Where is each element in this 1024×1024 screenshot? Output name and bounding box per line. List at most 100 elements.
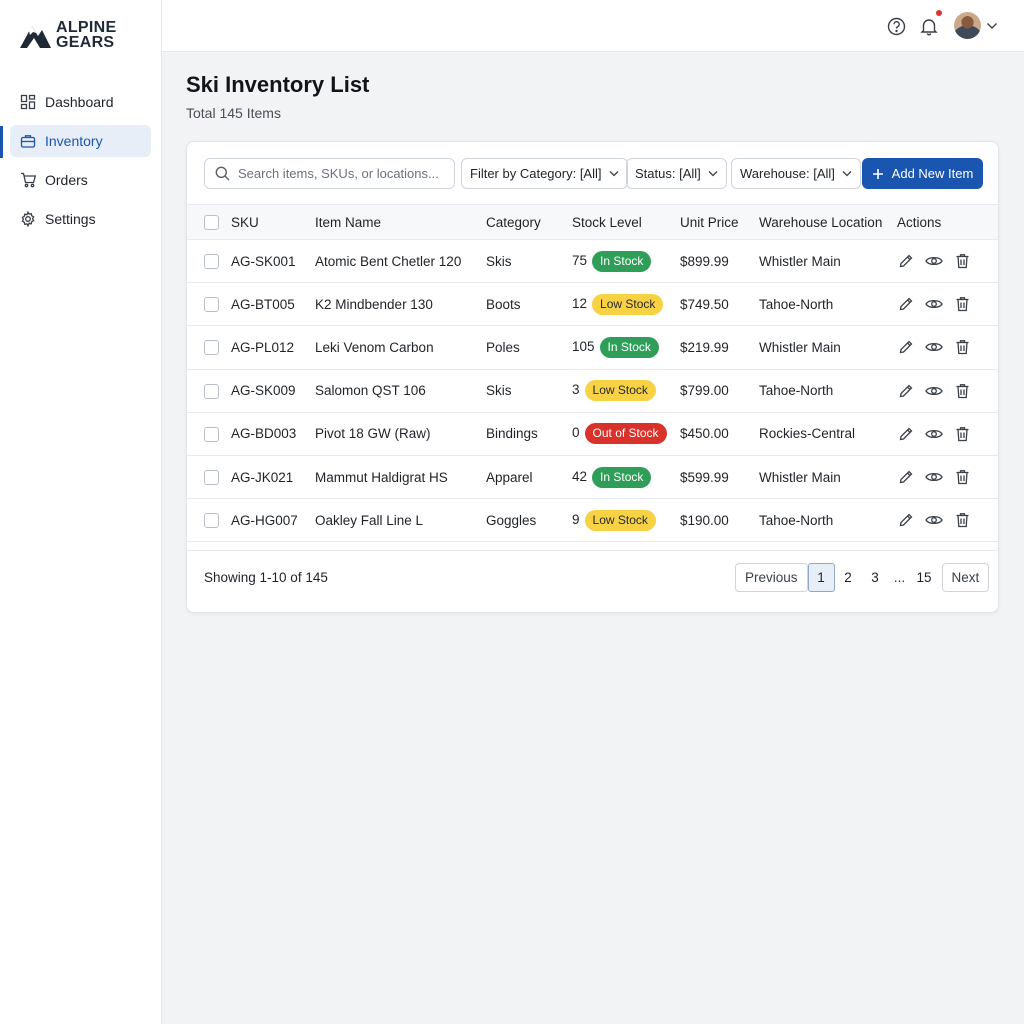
table-row[interactable]: AG-SK009 Salomon QST 106 Skis 3 Low Stock $79…	[187, 369, 998, 413]
row-checkbox[interactable]	[204, 254, 219, 270]
page-2-button[interactable]: 2	[835, 563, 862, 592]
view-icon[interactable]	[925, 511, 943, 529]
row-checkbox[interactable]	[204, 383, 219, 399]
table-row[interactable]: AG-SK001 Atomic Bent Chetler 120 Skis 75 In …	[187, 240, 998, 283]
chevron-down-icon	[609, 170, 619, 177]
cell-actions	[897, 283, 998, 326]
view-icon[interactable]	[925, 382, 943, 400]
sidebar-item-label: Settings	[45, 211, 96, 227]
avatar[interactable]	[954, 12, 981, 39]
table-row[interactable]: AG-HG007 Oakley Fall Line L Goggles 9 Low St…	[187, 499, 998, 542]
pagination: Previous 1 2 3 ... 15 Next	[735, 563, 990, 592]
warehouse-filter-dropdown[interactable]: Warehouse: [All]	[731, 158, 861, 189]
cell-warehouse: Whistler Main	[759, 469, 841, 485]
cell-stock-level: 42 In Stock	[572, 455, 680, 498]
sidebar-item-inventory[interactable]: Inventory	[10, 125, 151, 157]
delete-icon[interactable]	[953, 295, 971, 313]
delete-icon[interactable]	[953, 382, 971, 400]
cell-item-name: Oakley Fall Line L	[315, 512, 424, 528]
row-checkbox[interactable]	[204, 513, 219, 529]
row-select-cell	[187, 283, 231, 326]
row-select-cell	[187, 412, 231, 455]
cell-stock-level: 9 Low Stock	[572, 499, 680, 542]
edit-icon[interactable]	[897, 511, 915, 529]
brand-logo[interactable]: ALPINE GEARS	[18, 19, 117, 51]
category-filter-dropdown[interactable]: Filter by Category: [All]	[461, 158, 628, 189]
cell-unit-price: $899.99	[680, 253, 729, 269]
dashboard-icon	[19, 93, 37, 111]
header-item-name[interactable]: Item Name	[315, 205, 486, 240]
edit-icon[interactable]	[897, 338, 915, 356]
row-checkbox[interactable]	[204, 340, 219, 356]
cell-actions	[897, 499, 998, 542]
view-icon[interactable]	[925, 295, 943, 313]
edit-icon[interactable]	[897, 382, 915, 400]
cell-unit-price: $450.00	[680, 426, 729, 442]
row-checkbox[interactable]	[204, 470, 219, 485]
stock-quantity: 0	[572, 425, 580, 441]
bell-icon[interactable]	[918, 15, 940, 37]
cell-stock-level: 75 In Stock	[572, 240, 680, 283]
stock-quantity: 75	[572, 252, 588, 268]
header-stock-level[interactable]: Stock Level	[572, 205, 680, 240]
row-select-cell	[187, 455, 231, 498]
brand-line-1: ALPINE	[56, 19, 117, 36]
edit-icon[interactable]	[897, 252, 915, 270]
delete-icon[interactable]	[953, 425, 971, 443]
sidebar-item-label: Inventory	[45, 133, 103, 149]
view-icon[interactable]	[925, 338, 943, 356]
previous-page-button[interactable]: Previous	[735, 563, 808, 592]
page-3-button[interactable]: 3	[862, 563, 889, 592]
cell-actions	[897, 455, 998, 498]
header-unit-price[interactable]: Unit Price	[680, 205, 759, 240]
add-new-item-button[interactable]: Add New Item	[862, 158, 983, 189]
search-box[interactable]	[204, 158, 455, 189]
edit-icon[interactable]	[897, 425, 915, 443]
cell-category: Poles	[486, 339, 520, 355]
category-filter-label: Filter by Category: [All]	[470, 166, 602, 181]
status-badge: Low Stock	[592, 293, 664, 315]
plus-icon	[872, 168, 884, 180]
cell-category: Skis	[486, 253, 512, 269]
cart-icon	[19, 171, 37, 189]
view-icon[interactable]	[925, 252, 943, 270]
header-warehouse-location[interactable]: Warehouse Location	[759, 205, 897, 240]
cell-stock-level: 0 Out of Stock	[572, 412, 680, 455]
add-new-item-label: Add New Item	[891, 166, 974, 181]
select-all-checkbox[interactable]	[204, 214, 219, 230]
edit-icon[interactable]	[897, 468, 915, 486]
cell-item-name: K2 Mindbender 130	[315, 296, 433, 312]
delete-icon[interactable]	[953, 252, 971, 270]
table-row[interactable]: AG-JK021 Mammut Haldigrat HS Apparel 42 In S…	[187, 455, 998, 499]
stock-quantity: 12	[572, 295, 588, 311]
inventory-card: Filter by Category: [All] Status: [All] …	[186, 141, 999, 613]
status-filter-dropdown[interactable]: Status: [All]	[626, 158, 727, 189]
notification-dot	[936, 10, 942, 16]
next-page-button[interactable]: Next	[941, 563, 990, 592]
row-checkbox[interactable]	[204, 297, 219, 313]
cell-warehouse: Tahoe-North	[759, 296, 834, 312]
header-sku[interactable]: SKU	[231, 205, 315, 240]
view-icon[interactable]	[925, 425, 943, 443]
search-input[interactable]	[238, 166, 448, 181]
sidebar-item-dashboard[interactable]: Dashboard	[10, 86, 151, 118]
table-row[interactable]: AG-BT005 K2 Mindbender 130 Boots 12 Low Stoc…	[187, 283, 998, 326]
delete-icon[interactable]	[953, 468, 971, 486]
table-row[interactable]: AG-BD003 Pivot 18 GW (Raw) Bindings 0 Out of…	[187, 412, 998, 456]
sidebar-item-settings[interactable]: Settings	[10, 203, 151, 235]
briefcase-icon	[19, 132, 37, 150]
edit-icon[interactable]	[897, 295, 915, 313]
header-category[interactable]: Category	[486, 205, 572, 240]
sidebar-item-orders[interactable]: Orders	[10, 164, 151, 196]
cell-unit-price: $190.00	[680, 512, 729, 528]
page-15-button[interactable]: 15	[911, 563, 938, 592]
delete-icon[interactable]	[953, 338, 971, 356]
help-icon[interactable]	[885, 15, 907, 37]
cell-actions	[897, 369, 998, 412]
page-1-button[interactable]: 1	[807, 563, 835, 592]
chevron-down-icon[interactable]	[984, 15, 1000, 37]
row-checkbox[interactable]	[204, 426, 219, 442]
table-row[interactable]: AG-PL012 Leki Venom Carbon Poles 105 In Stoc…	[187, 326, 998, 370]
delete-icon[interactable]	[953, 511, 971, 529]
view-icon[interactable]	[925, 468, 943, 486]
